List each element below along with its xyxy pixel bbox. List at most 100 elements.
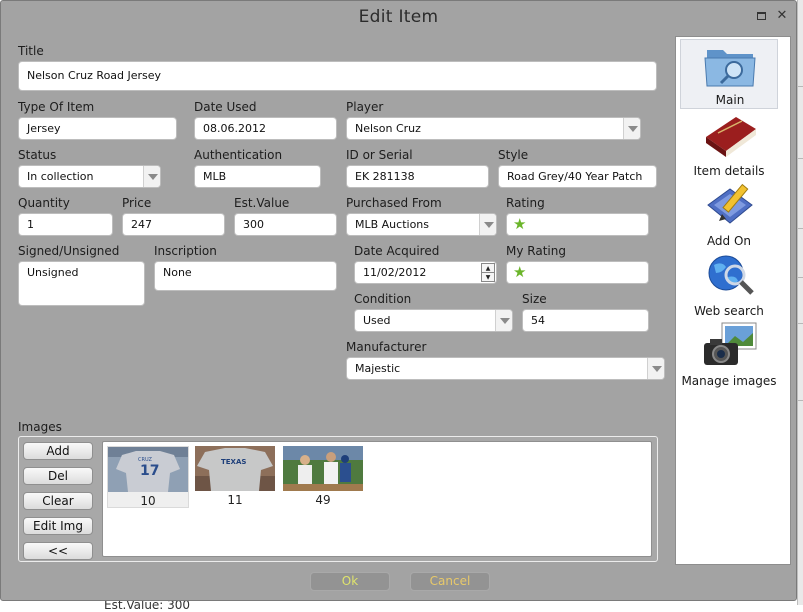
sidebar: Main Item details Add On Web search Mana…: [675, 36, 791, 565]
delete-image-button[interactable]: Del: [23, 467, 93, 485]
date-used-input[interactable]: 08.06.2012: [194, 117, 337, 140]
thumbnail-item[interactable]: 17 CRUZ 10: [107, 446, 189, 508]
style-label: Style: [498, 148, 529, 162]
sidebar-item-label: Web search: [694, 304, 764, 318]
star-icon[interactable]: ★: [513, 263, 526, 281]
images-panel: Add Del Clear Edit Img << 17 CRUZ 10 TEX…: [18, 436, 658, 562]
players-photo: [283, 446, 363, 491]
sidebar-item-web-search[interactable]: Web search: [680, 249, 778, 319]
sidebar-item-label: Manage images: [681, 374, 777, 388]
pencil-add-icon: [702, 181, 758, 229]
status-value: In collection: [27, 170, 94, 183]
chevron-down-icon[interactable]: [495, 310, 512, 331]
player-select[interactable]: Nelson Cruz: [346, 117, 641, 140]
id-or-serial-label: ID or Serial: [346, 148, 413, 162]
signed-unsigned-input[interactable]: Unsigned: [18, 261, 145, 306]
sidebar-item-manage-images[interactable]: Manage images: [680, 319, 778, 389]
id-or-serial-input[interactable]: EK 281138: [346, 165, 489, 188]
globe-search-icon: [702, 251, 758, 299]
est-value-input[interactable]: 300: [234, 213, 337, 236]
edit-item-dialog: Edit Item ✕ Title Nelson Cruz Road Jerse…: [0, 0, 797, 601]
star-icon[interactable]: ★: [513, 215, 526, 233]
image-thumbnails[interactable]: 17 CRUZ 10 TEXAS 11 49: [102, 441, 652, 557]
my-rating-label: My Rating: [506, 244, 566, 258]
condition-value: Used: [363, 314, 391, 327]
date-used-label: Date Used: [194, 100, 257, 114]
rating-control[interactable]: ★: [506, 213, 649, 236]
style-input[interactable]: Road Grey/40 Year Patch: [498, 165, 657, 188]
date-spinner[interactable]: ▲ ▼: [481, 263, 495, 282]
folder-search-icon: [703, 42, 759, 90]
price-input[interactable]: 247: [122, 213, 225, 236]
inscription-input[interactable]: None: [154, 261, 337, 291]
status-label: Status: [18, 148, 57, 162]
window-title: Edit Item: [358, 7, 439, 27]
purchased-from-value: MLB Auctions: [355, 218, 430, 231]
manufacturer-value: Majestic: [355, 362, 401, 375]
cancel-button[interactable]: Cancel: [410, 572, 490, 591]
thumbnail-item[interactable]: TEXAS 11: [195, 446, 277, 508]
condition-select[interactable]: Used: [354, 309, 513, 332]
quantity-label: Quantity: [18, 196, 70, 210]
maximize-icon[interactable]: [755, 10, 767, 22]
purchased-from-select[interactable]: MLB Auctions: [346, 213, 497, 236]
jersey-back-photo: 17 CRUZ: [108, 447, 188, 492]
authentication-label: Authentication: [194, 148, 283, 162]
add-image-button[interactable]: Add: [23, 442, 93, 460]
clear-images-button[interactable]: Clear: [23, 492, 93, 510]
player-label: Player: [346, 100, 384, 114]
sidebar-item-add-on[interactable]: Add On: [680, 179, 778, 249]
spin-down-icon[interactable]: ▼: [482, 273, 494, 282]
camera-icon: [702, 321, 758, 369]
condition-label: Condition: [354, 292, 412, 306]
size-label: Size: [522, 292, 547, 306]
type-of-item-label: Type Of Item: [18, 100, 95, 114]
inscription-label: Inscription: [154, 244, 217, 258]
manufacturer-label: Manufacturer: [346, 340, 427, 354]
status-select[interactable]: In collection: [18, 165, 161, 188]
title-label: Title: [18, 44, 44, 58]
svg-text:CRUZ: CRUZ: [138, 457, 153, 463]
title-input[interactable]: Nelson Cruz Road Jersey: [18, 61, 657, 91]
notebook-icon: [702, 111, 758, 159]
player-value: Nelson Cruz: [355, 122, 421, 135]
thumbnail-caption: 10: [140, 494, 156, 508]
authentication-input[interactable]: MLB: [194, 165, 321, 188]
sidebar-item-label: Item details: [693, 164, 765, 178]
sidebar-item-item-details[interactable]: Item details: [680, 109, 778, 179]
collapse-button[interactable]: <<: [23, 542, 93, 560]
signed-unsigned-label: Signed/Unsigned: [18, 244, 120, 258]
svg-text:TEXAS: TEXAS: [221, 458, 246, 466]
thumbnail-caption: 49: [315, 493, 331, 507]
date-acquired-input[interactable]: 11/02/2012 ▲ ▼: [354, 261, 497, 284]
date-acquired-value: 11/02/2012: [363, 266, 427, 279]
svg-text:17: 17: [140, 463, 159, 479]
manufacturer-select[interactable]: Majestic: [346, 357, 665, 380]
sidebar-item-main[interactable]: Main: [680, 39, 778, 109]
date-acquired-label: Date Acquired: [354, 244, 440, 258]
size-input[interactable]: 54: [522, 309, 649, 332]
price-label: Price: [122, 196, 152, 210]
purchased-from-label: Purchased From: [346, 196, 442, 210]
chevron-down-icon[interactable]: [647, 358, 664, 379]
chevron-down-icon[interactable]: [479, 214, 496, 235]
images-label: Images: [18, 420, 62, 434]
chevron-down-icon[interactable]: [143, 166, 160, 187]
sidebar-item-label: Add On: [706, 234, 752, 248]
spin-up-icon[interactable]: ▲: [482, 264, 494, 273]
ok-button[interactable]: Ok: [310, 572, 390, 591]
title-bar[interactable]: Edit Item ✕: [1, 1, 796, 33]
sidebar-item-label: Main: [715, 93, 745, 107]
jersey-front-photo: TEXAS: [195, 446, 275, 491]
background-window-edge: [797, 0, 803, 605]
rating-label: Rating: [506, 196, 545, 210]
my-rating-control[interactable]: ★: [506, 261, 649, 284]
est-value-label: Est.Value: [234, 196, 290, 210]
thumbnail-item[interactable]: 49: [283, 446, 365, 508]
close-icon[interactable]: ✕: [776, 9, 788, 22]
thumbnail-caption: 11: [227, 493, 243, 507]
chevron-down-icon[interactable]: [623, 118, 640, 139]
quantity-input[interactable]: 1: [18, 213, 113, 236]
edit-image-button[interactable]: Edit Img: [23, 517, 93, 535]
type-of-item-input[interactable]: Jersey: [18, 117, 177, 140]
